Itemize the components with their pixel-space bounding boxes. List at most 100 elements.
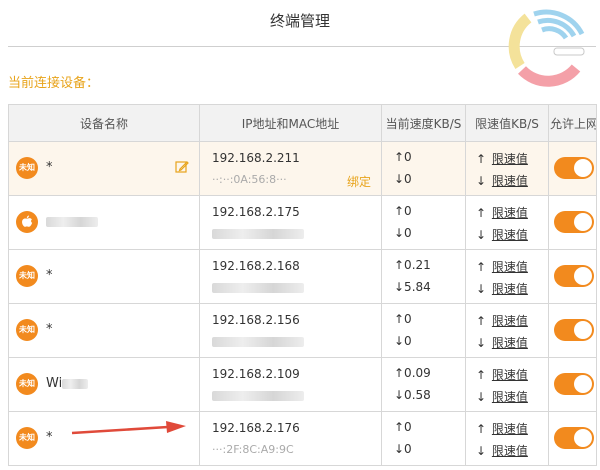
limit-cell: ↑ 限速值 ↓ 限速值 bbox=[465, 249, 549, 304]
header-ip-mac: IP地址和MAC地址 bbox=[199, 104, 382, 142]
allow-internet-toggle[interactable] bbox=[554, 427, 594, 449]
download-limit-link[interactable]: 限速值 bbox=[492, 282, 528, 296]
download-speed: ↓0 bbox=[394, 226, 412, 240]
device-name-cell: 未知 Wi bbox=[8, 357, 200, 412]
upload-speed: ↑0 bbox=[394, 150, 412, 164]
mac-address bbox=[212, 281, 304, 294]
download-limit-link[interactable]: 限速值 bbox=[492, 174, 528, 188]
download-speed: ↓5.84 bbox=[394, 280, 431, 294]
upload-limit-link[interactable]: 限速值 bbox=[492, 260, 528, 274]
allow-internet-cell bbox=[548, 141, 597, 196]
limit-cell: ↑ 限速值 ↓ 限速值 bbox=[465, 357, 549, 412]
ip-mac-cell: 192.168.2.211 ··:··:0A:56:8··· 绑定 bbox=[199, 141, 382, 196]
allow-internet-cell bbox=[548, 357, 597, 412]
upload-limit: ↑ 限速值 bbox=[476, 366, 528, 383]
allow-internet-toggle[interactable] bbox=[554, 373, 594, 395]
speed-cell: ↑0 ↓0 bbox=[381, 303, 466, 358]
upload-speed: ↑0 bbox=[394, 420, 412, 434]
allow-internet-toggle[interactable] bbox=[554, 211, 594, 233]
device-name-cell: 未知 * bbox=[8, 141, 200, 196]
download-limit-arrow: ↓ bbox=[476, 228, 487, 242]
download-limit-link[interactable]: 限速值 bbox=[492, 444, 528, 458]
header-device-name: 设备名称 bbox=[8, 104, 200, 142]
upload-limit-link[interactable]: 限速值 bbox=[492, 368, 528, 382]
upload-limit-arrow: ↑ bbox=[476, 422, 487, 436]
upload-limit: ↑ 限速值 bbox=[476, 258, 528, 275]
speed-cell: ↑0.21 ↓5.84 bbox=[381, 249, 466, 304]
bind-link[interactable]: 绑定 bbox=[347, 173, 371, 190]
redacted-mac bbox=[212, 229, 304, 239]
allow-internet-cell bbox=[548, 411, 597, 466]
download-limit-link[interactable]: 限速值 bbox=[492, 336, 528, 350]
device-name-cell: 未知 * bbox=[8, 249, 200, 304]
upload-limit-link[interactable]: 限速值 bbox=[492, 152, 528, 166]
ip-address: 192.168.2.109 bbox=[212, 367, 300, 381]
mac-address bbox=[212, 389, 304, 402]
upload-limit-link[interactable]: 限速值 bbox=[492, 206, 528, 220]
download-speed: ↓0 bbox=[394, 334, 412, 348]
device-name bbox=[46, 214, 98, 229]
unknown-device-icon: 未知 bbox=[16, 319, 38, 341]
upload-limit: ↑ 限速值 bbox=[476, 420, 528, 437]
ip-mac-cell: 192.168.2.168 bbox=[199, 249, 382, 304]
download-limit-arrow: ↓ bbox=[476, 444, 487, 458]
unknown-device-icon: 未知 bbox=[16, 265, 38, 287]
upload-limit-link[interactable]: 限速值 bbox=[492, 422, 528, 436]
device-name: * bbox=[46, 430, 53, 445]
table-row: 未知 * 192.168.2.176 ···:2F:8C:A9:9C ↑0 ↓0… bbox=[8, 411, 597, 466]
ip-mac-cell: 192.168.2.176 ···:2F:8C:A9:9C bbox=[199, 411, 382, 466]
ip-address: 192.168.2.156 bbox=[212, 313, 300, 327]
download-limit-arrow: ↓ bbox=[476, 282, 487, 296]
device-name-text: Wi bbox=[46, 376, 63, 391]
toggle-knob bbox=[574, 159, 592, 177]
upload-limit: ↑ 限速值 bbox=[476, 312, 528, 329]
toggle-knob bbox=[574, 429, 592, 447]
ip-address: 192.168.2.168 bbox=[212, 259, 300, 273]
upload-limit-arrow: ↑ bbox=[476, 206, 487, 220]
edit-icon[interactable] bbox=[175, 160, 189, 174]
toggle-knob bbox=[574, 213, 592, 231]
allow-internet-toggle[interactable] bbox=[554, 265, 594, 287]
toggle-knob bbox=[574, 375, 592, 393]
table-row: 未知 * 192.168.2.156 ↑0 ↓0 ↑ 限速值 ↓ 限速值 bbox=[8, 303, 597, 358]
limit-cell: ↑ 限速值 ↓ 限速值 bbox=[465, 141, 549, 196]
upload-limit: ↑ 限速值 bbox=[476, 150, 528, 167]
toggle-knob bbox=[574, 267, 592, 285]
redacted-name bbox=[46, 216, 98, 227]
device-name-cell bbox=[8, 195, 200, 250]
brand-logo bbox=[508, 9, 585, 87]
mac-address: ···:2F:8C:A9:9C bbox=[212, 443, 294, 456]
download-limit: ↓ 限速值 bbox=[476, 280, 528, 297]
allow-internet-toggle[interactable] bbox=[554, 319, 594, 341]
header-limit: 限速值KB/S bbox=[465, 104, 549, 142]
upload-speed: ↑0 bbox=[394, 204, 412, 218]
upload-limit-link[interactable]: 限速值 bbox=[492, 314, 528, 328]
download-limit-arrow: ↓ bbox=[476, 336, 487, 350]
ip-mac-cell: 192.168.2.156 bbox=[199, 303, 382, 358]
redacted-name bbox=[62, 378, 89, 389]
download-speed: ↓0 bbox=[394, 442, 412, 456]
header-allow-internet: 允许上网 bbox=[548, 104, 597, 142]
upload-limit-arrow: ↑ bbox=[476, 314, 487, 328]
redacted-mac bbox=[212, 283, 304, 293]
upload-limit-arrow: ↑ bbox=[476, 260, 487, 274]
download-limit-link[interactable]: 限速值 bbox=[492, 390, 528, 404]
table-row: 192.168.2.175 ↑0 ↓0 ↑ 限速值 ↓ 限速值 bbox=[8, 195, 597, 250]
redacted-mac bbox=[212, 391, 304, 401]
download-limit-arrow: ↓ bbox=[476, 390, 487, 404]
table-row: 未知 Wi 192.168.2.109 ↑0.09 ↓0.58 ↑ 限速值 ↓ … bbox=[8, 357, 597, 412]
speed-cell: ↑0 ↓0 bbox=[381, 411, 466, 466]
download-limit: ↓ 限速值 bbox=[476, 388, 528, 405]
speed-cell: ↑0.09 ↓0.58 bbox=[381, 357, 466, 412]
unknown-device-icon: 未知 bbox=[16, 427, 38, 449]
limit-cell: ↑ 限速值 ↓ 限速值 bbox=[465, 303, 549, 358]
section-label: 当前连接设备： bbox=[8, 76, 100, 91]
speed-cell: ↑0 ↓0 bbox=[381, 195, 466, 250]
download-speed: ↓0 bbox=[394, 172, 412, 186]
allow-internet-toggle[interactable] bbox=[554, 157, 594, 179]
download-limit: ↓ 限速值 bbox=[476, 442, 528, 459]
download-limit-link[interactable]: 限速值 bbox=[492, 228, 528, 242]
upload-speed: ↑0.21 bbox=[394, 258, 431, 272]
allow-internet-cell bbox=[548, 303, 597, 358]
toggle-knob bbox=[574, 321, 592, 339]
